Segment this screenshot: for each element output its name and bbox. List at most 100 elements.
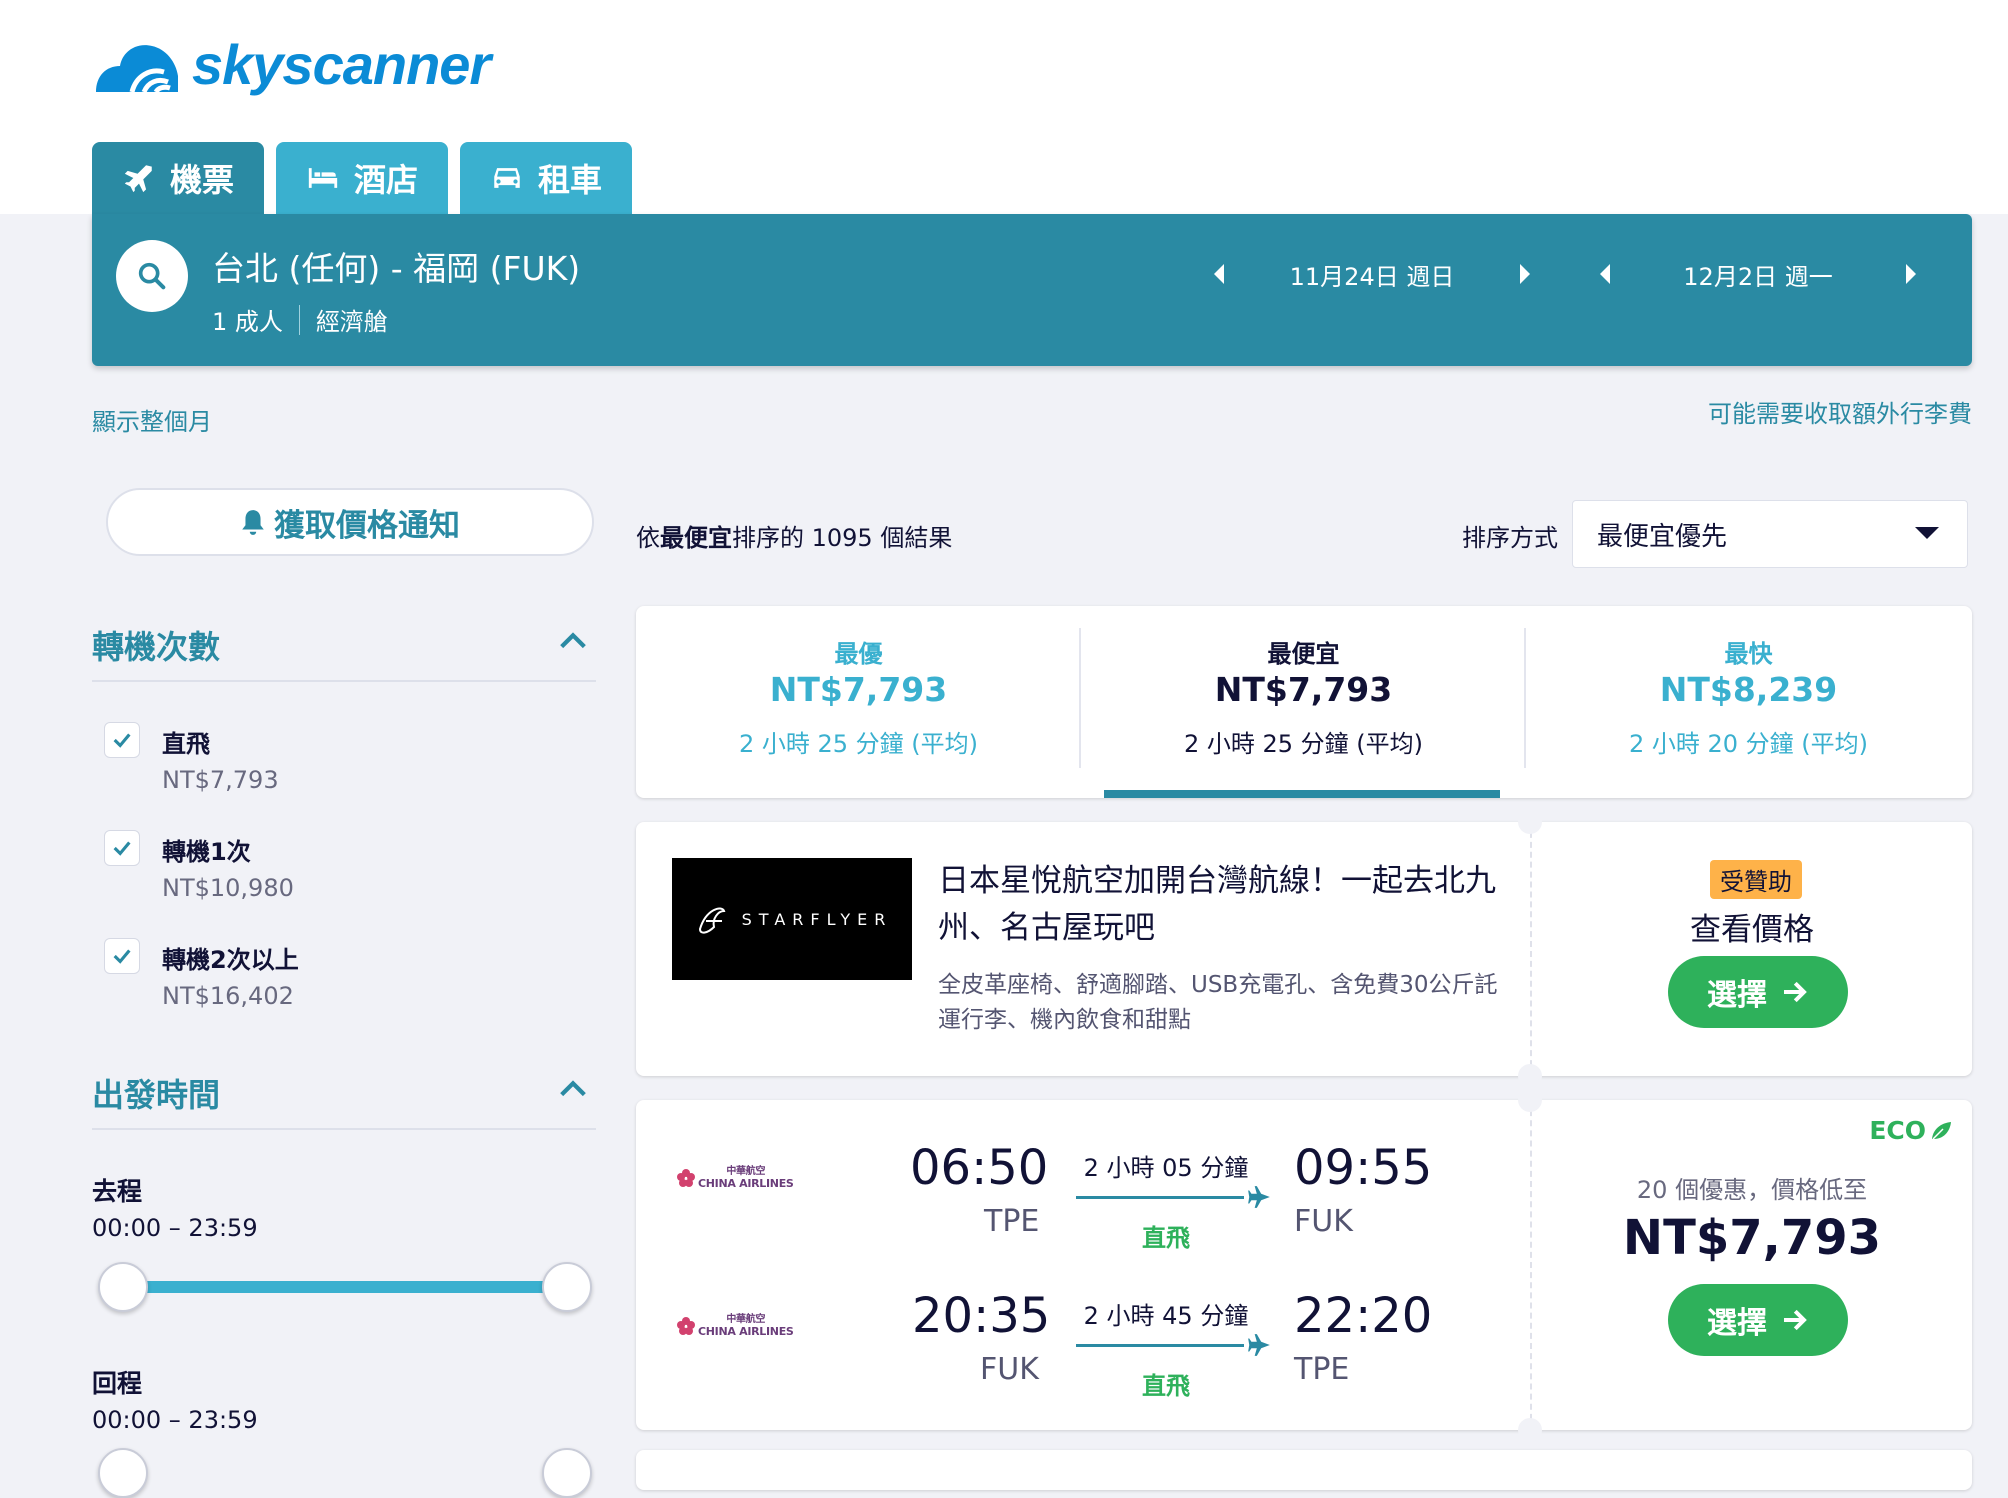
ad-title: 日本星悅航空加開台灣航線！一起去北九州、名古屋玩吧 — [938, 863, 1496, 946]
cabin-text: 經濟艙 — [315, 308, 388, 336]
depart-time: 06:50 — [910, 1140, 1049, 1196]
ticket-notch — [1518, 810, 1542, 834]
airline-logo: 中華航空 CHINA AIRLINES — [676, 1166, 794, 1190]
chevron-up-icon[interactable] — [556, 1072, 590, 1106]
times-filter-header[interactable]: 出發時間 — [92, 1070, 596, 1130]
outbound-slider-min-handle[interactable] — [98, 1262, 148, 1312]
starflyer-logo: STARFLYER — [672, 858, 912, 980]
caret-right-icon — [1520, 264, 1530, 284]
depart-airport: TPE — [984, 1204, 1040, 1239]
summary-title: 最快 — [1724, 640, 1773, 668]
check-icon — [113, 841, 131, 856]
flight-select-button[interactable]: 選擇 — [1668, 1284, 1848, 1356]
outbound-slider-max-handle[interactable] — [542, 1262, 592, 1312]
stops-label: 直飛 — [1142, 1224, 1190, 1252]
stops-label: 直飛 — [1142, 1372, 1190, 1400]
selected-tab-indicator — [1104, 790, 1500, 798]
return-slider-min-handle[interactable] — [98, 1448, 148, 1498]
stops-option-label: 直飛 — [162, 730, 210, 758]
return-range: 00:00 – 23:59 — [92, 1406, 258, 1434]
ad-logo-text: STARFLYER — [741, 909, 893, 929]
passenger-cabin[interactable]: 1 成人 經濟艙 — [212, 302, 388, 337]
ticket-notch — [1518, 1418, 1542, 1442]
return-prev-button[interactable] — [1586, 254, 1626, 294]
plane-icon — [1248, 1334, 1270, 1356]
skyscanner-cloud-icon — [96, 44, 178, 93]
show-whole-month-link[interactable]: 顯示整個月 — [92, 402, 212, 437]
divider — [1530, 822, 1532, 1076]
arrow-right-icon — [1784, 981, 1807, 1003]
outbound-label: 去程 — [92, 1177, 143, 1206]
stops-filter-header[interactable]: 轉機次數 — [92, 622, 596, 682]
outbound-slider-track[interactable] — [120, 1281, 568, 1293]
search-button[interactable] — [116, 240, 188, 312]
search-summary-bar[interactable]: 台北 (任何) - 福岡 (FUK) 1 成人 經濟艙 11月24日 週日 12… — [92, 214, 1972, 366]
button-label: 選擇 — [1707, 1306, 1767, 1341]
flight-result-card-next[interactable] — [636, 1450, 1972, 1490]
route-text[interactable]: 台北 (任何) - 福岡 (FUK) — [212, 242, 580, 290]
car-icon — [494, 168, 520, 188]
summary-tab-best[interactable]: 最優 NT$7,793 2 小時 25 分鐘 (平均) — [636, 606, 1081, 798]
times-filter-title: 出發時間 — [92, 1076, 221, 1114]
skyscanner-logo[interactable]: skyscanner — [92, 32, 491, 97]
arrive-airport: FUK — [1294, 1204, 1353, 1239]
checkbox[interactable] — [104, 830, 140, 866]
caret-left-icon — [1600, 264, 1610, 284]
travellers-text: 1 成人 — [212, 308, 283, 336]
chevron-up-icon[interactable] — [556, 624, 590, 658]
arrive-time: 22:20 — [1294, 1288, 1433, 1344]
vertical-tabs: 機票 酒店 租車 — [92, 142, 633, 214]
summary-duration: 2 小時 20 分鐘 (平均) — [1628, 730, 1869, 758]
summary-tabs: 最優 NT$7,793 2 小時 25 分鐘 (平均) 最便宜 NT$7,793… — [636, 606, 1972, 798]
return-next-button[interactable] — [1890, 254, 1930, 294]
ad-description: 全皮革座椅、舒適腳踏、USB充電孔、含免費30公斤託運行李、機內飲食和甜點 — [938, 972, 1498, 1033]
plum-blossom-icon — [677, 1317, 695, 1335]
return-date[interactable]: 12月2日 週一 — [1626, 257, 1890, 292]
summary-duration: 2 小時 25 分鐘 (平均) — [1183, 730, 1424, 758]
depart-date[interactable]: 11月24日 週日 — [1240, 257, 1504, 292]
bed-icon — [308, 168, 338, 188]
checkbox[interactable] — [104, 722, 140, 758]
checkbox[interactable] — [104, 938, 140, 974]
divider — [92, 680, 596, 682]
ticket-notch — [1518, 1064, 1542, 1088]
summary-duration: 2 小時 25 分鐘 (平均) — [738, 730, 979, 758]
airline-name-block: 中華航空 CHINA AIRLINES — [698, 1314, 794, 1338]
plane-icon — [124, 165, 152, 193]
return-date-picker: 12月2日 週一 — [1586, 254, 1930, 294]
return-slider-max-handle[interactable] — [542, 1448, 592, 1498]
summary-tab-fastest[interactable]: 最快 NT$8,239 2 小時 20 分鐘 (平均) — [1526, 606, 1971, 798]
sort-label: 排序方式 — [1462, 524, 1558, 552]
flight-line — [1076, 1196, 1244, 1199]
depart-next-button[interactable] — [1504, 254, 1544, 294]
flight-duration: 2 小時 45 分鐘 — [1083, 1302, 1249, 1330]
plane-icon — [1248, 1186, 1270, 1208]
sponsored-badge: 受贊助 — [1710, 860, 1802, 899]
baggage-fee-link[interactable]: 可能需要收取額外行李費 — [1708, 394, 1972, 429]
sort-dropdown[interactable]: 最便宜優先 — [1572, 500, 1968, 568]
arrive-time: 09:55 — [1294, 1140, 1433, 1196]
airline-name-block: 中華航空 CHINA AIRLINES — [698, 1166, 794, 1190]
summary-title: 最優 — [834, 640, 883, 668]
search-icon — [138, 262, 166, 290]
view-price-text: 查看價格 — [1690, 912, 1814, 948]
stops-option-price: NT$7,793 — [162, 766, 279, 794]
tab-car-hire[interactable]: 租車 — [460, 142, 633, 214]
plum-blossom-icon — [677, 1169, 695, 1187]
tab-hotels[interactable]: 酒店 — [276, 142, 449, 214]
results-count: 依最便宜排序的 1095 個結果 — [636, 518, 952, 553]
flight-result-card[interactable]: 中華航空 CHINA AIRLINES 06:50 TPE 2 小時 05 分鐘… — [636, 1088, 1972, 1442]
tab-flights[interactable]: 機票 — [92, 142, 265, 214]
price-alert-button[interactable]: 獲取價格通知 — [106, 488, 594, 556]
stops-option-label: 轉機2次以上 — [162, 946, 299, 974]
airline-logo: 中華航空 CHINA AIRLINES — [676, 1314, 794, 1338]
check-icon — [113, 949, 131, 964]
ticket-notch — [1518, 1088, 1542, 1112]
ad-select-button[interactable]: 選擇 — [1668, 956, 1848, 1028]
deals-count: 20 個優惠，價格低至 — [1636, 1176, 1868, 1204]
results-suffix: 排序的 1095 個結果 — [732, 524, 953, 552]
summary-title: 最便宜 — [1267, 640, 1340, 668]
summary-tab-cheapest[interactable]: 最便宜 NT$7,793 2 小時 25 分鐘 (平均) — [1081, 606, 1526, 798]
sponsored-ad-card[interactable]: STARFLYER 日本星悅航空加開台灣航線！一起去北九州、名古屋玩吧 全皮革座… — [636, 810, 1972, 1088]
depart-prev-button[interactable] — [1200, 254, 1240, 294]
